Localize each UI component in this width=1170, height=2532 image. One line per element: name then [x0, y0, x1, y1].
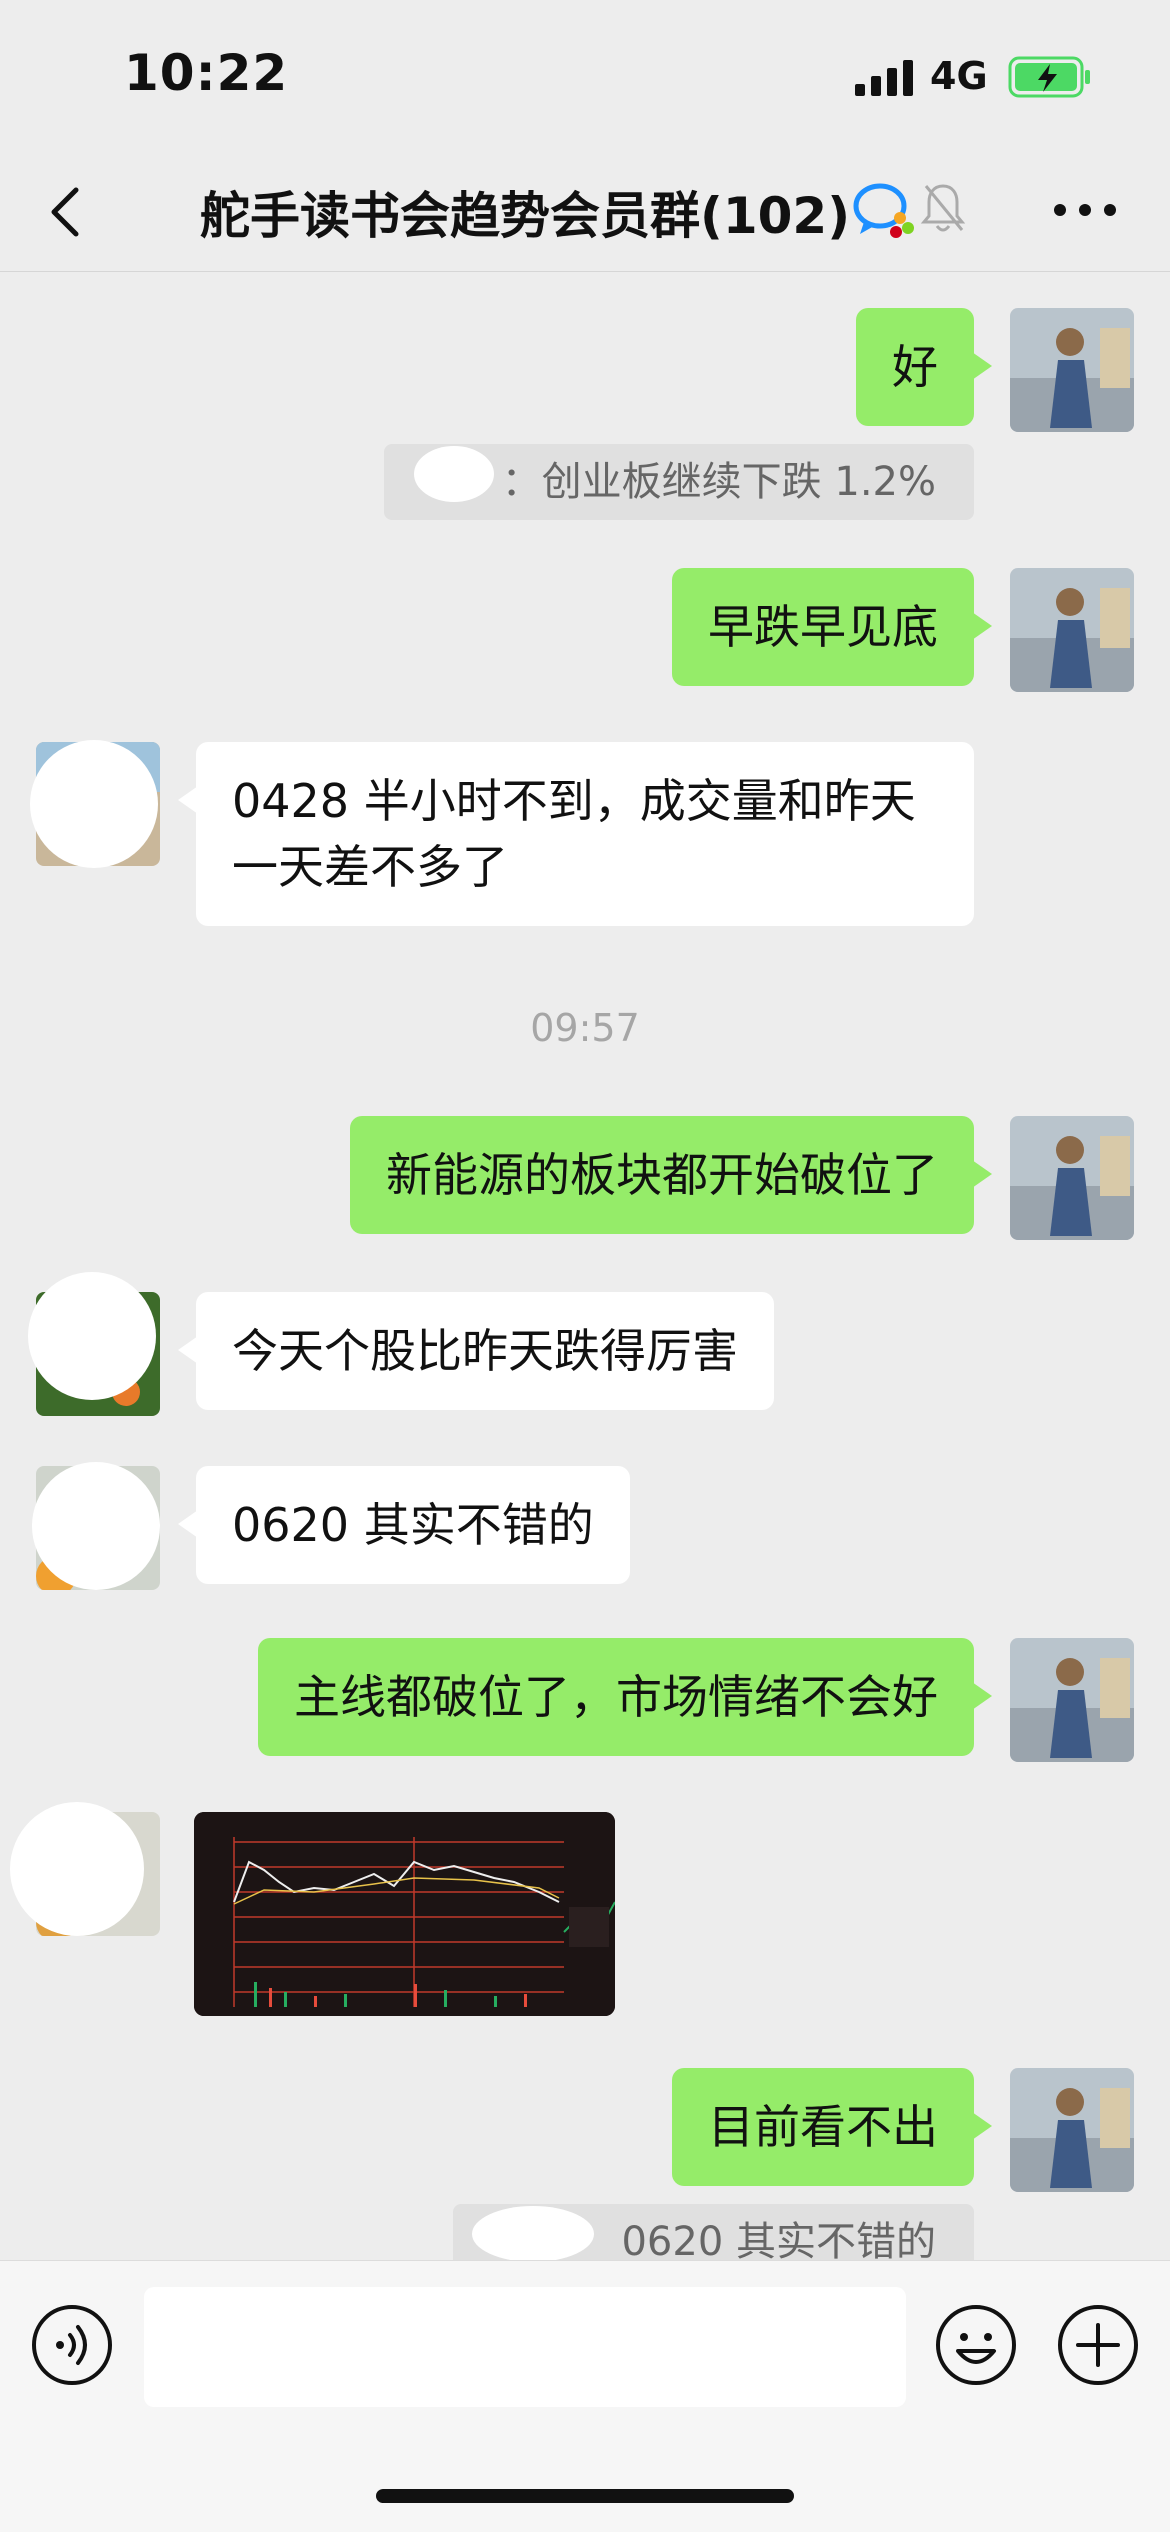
emoji-icon[interactable] [934, 2303, 1018, 2387]
avatar[interactable] [1010, 568, 1134, 692]
message-bubble[interactable]: 今天个股比昨天跌得厉害 [178, 1292, 774, 1410]
input-bar [0, 2260, 1170, 2532]
avatar[interactable] [1010, 2068, 1134, 2192]
chat-header: 舵手读书会趋势会员群(102) [0, 150, 1170, 272]
quoted-text: 0620 其实不错的 [621, 2219, 936, 2260]
avatar[interactable] [1010, 1638, 1134, 1762]
message-bubble[interactable]: 0428 半小时不到，成交量和昨天一天差不多了 [178, 742, 974, 926]
mute-bell-icon [920, 184, 966, 232]
status-time: 10:22 [124, 44, 289, 102]
battery-icon [1008, 56, 1090, 98]
group-app-icon [853, 183, 914, 238]
message-bubble[interactable]: 主线都破位了，市场情绪不会好 [258, 1638, 992, 1756]
stock-chart-photo[interactable] [194, 1812, 615, 2016]
message-bubble[interactable]: 好 [856, 308, 992, 426]
back-chevron-icon[interactable] [40, 180, 96, 244]
more-options-icon[interactable] [1050, 190, 1120, 230]
voice-input-icon[interactable] [30, 2303, 114, 2387]
chat-title[interactable]: 舵手读书会趋势会员群(102) [200, 176, 850, 248]
avatar-mask [30, 740, 158, 868]
avatar[interactable] [1010, 308, 1134, 432]
signal-icon [855, 60, 913, 96]
status-bar: 10:22 4G [0, 0, 1170, 150]
quoted-text: ：创业板继续下跌 1.2% [501, 459, 936, 505]
avatar-mask [32, 1462, 160, 1590]
redaction-mask [414, 446, 494, 502]
message-bubble[interactable]: 新能源的板块都开始破位了 [350, 1116, 992, 1234]
message-bubble[interactable]: 0620 其实不错的 [178, 1466, 630, 1584]
message-list[interactable]: 好 ：创业板继续下跌 1.2% 早跌早见底 0428 半小时不到，成交量和昨天一… [0, 272, 1170, 2260]
network-type: 4G [930, 54, 988, 98]
plus-icon[interactable] [1056, 2303, 1140, 2387]
home-indicator [376, 2489, 794, 2503]
avatar-mask [10, 1802, 144, 1936]
message-input[interactable] [144, 2287, 906, 2407]
timestamp: 09:57 [530, 1006, 640, 1050]
redaction-mask [472, 2206, 594, 2260]
avatar-mask [28, 1272, 156, 1400]
avatar[interactable] [1010, 1116, 1134, 1240]
message-bubble[interactable]: 早跌早见底 [672, 568, 992, 686]
message-bubble[interactable]: 目前看不出 [672, 2068, 992, 2186]
